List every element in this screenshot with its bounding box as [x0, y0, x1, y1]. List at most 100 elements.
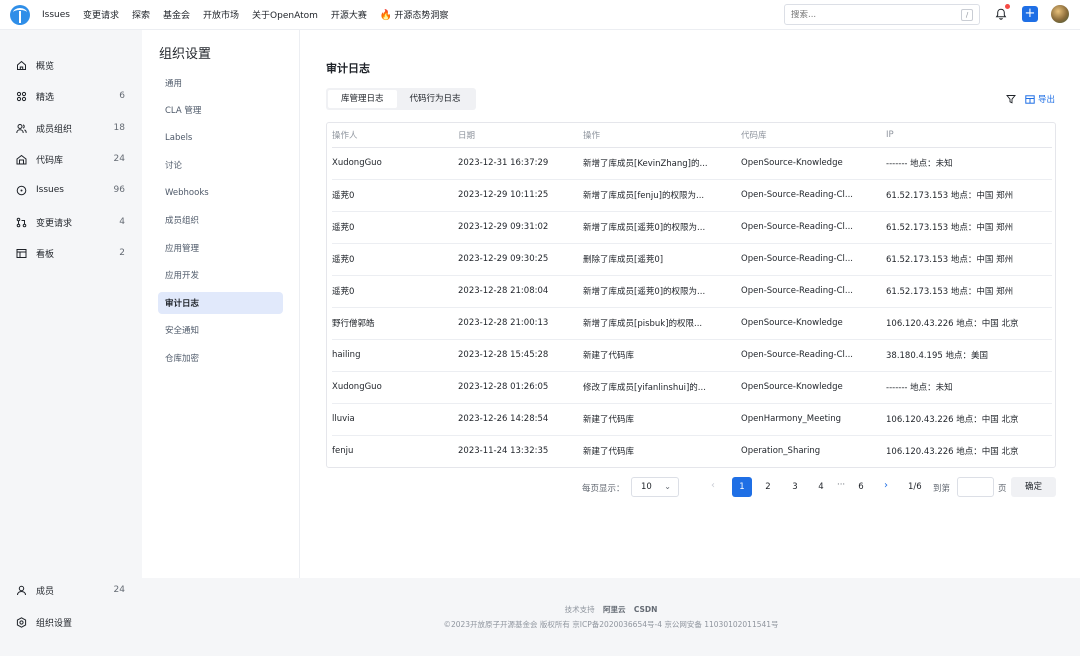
sidebar-item-org-settings[interactable]: 组织设置: [0, 611, 142, 633]
filter-icon[interactable]: [1006, 94, 1016, 104]
nav-explore[interactable]: 探索: [132, 8, 150, 21]
export-button[interactable]: 导出: [1025, 93, 1055, 105]
repo-icon: [16, 154, 27, 164]
cell-action: 修改了库成员[yifanlinshui]的...: [583, 371, 741, 404]
sidebar-label: 代码库: [36, 155, 64, 166]
settings-item-labels[interactable]: Labels: [158, 127, 283, 149]
nav-foundation[interactable]: 基金会: [163, 8, 190, 21]
footer-copyright: ©2023开放原子开源基金会 版权所有 京ICP备2020036654号-4 京…: [443, 620, 779, 629]
search-input[interactable]: [791, 9, 961, 20]
user-icon: [17, 585, 26, 595]
page-ellipsis[interactable]: ···: [837, 480, 845, 490]
goto-confirm-button[interactable]: 确定: [1011, 477, 1056, 497]
chevron-down-icon: ⌄: [664, 482, 671, 491]
create-button[interactable]: +: [1022, 6, 1038, 22]
home-icon: [17, 60, 26, 70]
sidebar-label: 概览: [36, 61, 55, 72]
settings-item-audit-log[interactable]: 审计日志: [158, 292, 283, 314]
page-button-3[interactable]: 3: [785, 477, 805, 497]
cell-repo[interactable]: OpenHarmony_Meeting: [741, 403, 886, 436]
cell-action: 新建了代码库: [583, 339, 741, 372]
user-avatar[interactable]: [1051, 5, 1069, 23]
cell-repo[interactable]: Open-Source-Reading-Cl...: [741, 243, 886, 276]
aliyun-logo[interactable]: 阿里云: [603, 605, 626, 614]
sidebar-count: 96: [113, 185, 125, 195]
cell-operator: XudongGuo: [332, 371, 458, 404]
cell-ip: 38.180.4.195 地点：美国: [886, 339, 1052, 372]
cell-action: 新建了代码库: [583, 447, 635, 458]
cell-repo[interactable]: Open-Source-Reading-Cl...: [741, 275, 886, 308]
sidebar-item-board[interactable]: 看板 2: [0, 242, 142, 264]
page-button-1[interactable]: 1: [732, 477, 752, 497]
sidebar-item-members[interactable]: 成员 24: [0, 579, 142, 601]
nav-pull-requests[interactable]: 变更请求: [83, 8, 119, 21]
settings-item-security-notice[interactable]: 安全通知: [158, 319, 283, 341]
cell-operator: 遥茺0: [332, 179, 458, 212]
table-row: 野行僧郭皓 2023-12-28 21:00:13 新增了库成员[pisbuk]…: [332, 307, 1052, 340]
settings-item-repo-encryption[interactable]: 仓库加密: [158, 347, 283, 369]
board-icon: [16, 248, 27, 258]
sidebar-count: 18: [113, 123, 125, 133]
footer-support: 技术支持 阿里云 CSDN: [142, 604, 1080, 615]
cell-repo[interactable]: OpenSource-Knowledge: [741, 147, 886, 180]
prev-page-icon[interactable]: ‹: [711, 480, 715, 491]
settings-item-app-dev[interactable]: 应用开发: [158, 264, 283, 286]
settings-item-member-orgs[interactable]: 成员组织: [158, 209, 283, 231]
cell-repo[interactable]: Open-Source-Reading-Cl...: [741, 179, 886, 212]
nav-issues[interactable]: Issues: [42, 10, 70, 20]
page-suffix-label: 页: [998, 484, 1007, 494]
page-button-4[interactable]: 4: [811, 477, 831, 497]
cell-repo[interactable]: OpenSource-Knowledge: [741, 371, 886, 404]
settings-item-app-management[interactable]: 应用管理: [158, 237, 283, 259]
tab-repo-management-log[interactable]: 库管理日志: [328, 90, 397, 108]
sidebar-label: 看板: [36, 249, 55, 260]
settings-item-discussion[interactable]: 讨论: [158, 154, 283, 176]
sidebar-item-overview[interactable]: 概览: [0, 54, 142, 76]
sidebar-item-featured[interactable]: 精选 6: [0, 85, 142, 107]
settings-item-general[interactable]: 通用: [158, 72, 283, 94]
sidebar-count: 4: [119, 217, 125, 227]
cell-date: 2023-12-31 16:37:29: [458, 147, 583, 180]
cell-action: 删除了库成员[遥茺0]: [583, 243, 741, 276]
cell-operator: XudongGuo: [332, 147, 458, 180]
csdn-logo[interactable]: CSDN: [634, 605, 658, 614]
table-row: 遥茺0 2023-12-29 09:30:25 删除了库成员[遥茺0] Open…: [332, 243, 1052, 276]
search-box[interactable]: /: [784, 4, 980, 25]
per-page-select[interactable]: 10 ⌄: [631, 477, 679, 497]
cell-repo[interactable]: OpenSource-Knowledge: [741, 307, 886, 340]
export-icon: [1025, 94, 1035, 104]
cell-repo[interactable]: Open-Source-Reading-Cl...: [741, 339, 886, 372]
nav-competition[interactable]: 开源大赛: [331, 8, 367, 21]
settings-item-cla[interactable]: CLA 管理: [158, 99, 283, 121]
sidebar-item-member-orgs[interactable]: 成员组织 18: [0, 117, 142, 139]
sidebar-count: 6: [119, 91, 125, 101]
settings-item-webhooks[interactable]: Webhooks: [158, 182, 283, 204]
cell-repo[interactable]: Open-Source-Reading-Cl...: [741, 211, 886, 244]
tab-code-behavior-log[interactable]: 代码行为日志: [397, 90, 474, 108]
sidebar-item-issues[interactable]: Issues 96: [0, 179, 142, 201]
cell-operator: 野行僧郭皓: [332, 307, 458, 340]
atomgit-logo[interactable]: [10, 4, 30, 25]
nav-insight-label: 开源态势洞察: [394, 11, 449, 21]
nav-insight[interactable]: 🔥 开源态势洞察: [380, 8, 448, 21]
nav-open-market[interactable]: 开放市场: [203, 8, 239, 21]
sidebar-label: 成员: [36, 586, 55, 597]
cell-repo[interactable]: Operation_Sharing: [741, 435, 886, 467]
table-row: fenju 2023-11-24 13:32:35 新建了代码库 Operati…: [332, 435, 1052, 467]
cell-action: 新增了库成员[pisbuk]的权限...: [583, 307, 741, 340]
next-page-icon[interactable]: ›: [884, 480, 888, 491]
col-header-ip: IP: [886, 123, 1052, 148]
nav-about-openatom[interactable]: 关于OpenAtom: [252, 8, 318, 21]
users-icon: [16, 123, 27, 133]
page-button-2[interactable]: 2: [758, 477, 778, 497]
page-button-6[interactable]: 6: [851, 477, 871, 497]
sidebar-item-pull-requests[interactable]: 变更请求 4: [0, 211, 142, 233]
goto-page-input[interactable]: [957, 477, 994, 497]
cell-action: 新增了库成员[遥茺0]的权限为...: [583, 211, 741, 244]
bell-icon[interactable]: [995, 8, 1007, 20]
pull-request-icon: [16, 217, 27, 227]
sidebar-item-repos[interactable]: 代码库 24: [0, 148, 142, 170]
page-title: 审计日志: [326, 62, 370, 75]
cell-ip: 61.52.173.153 地点：中国 郑州: [886, 243, 1052, 276]
audit-log-table: 操作人 日期 操作 代码库 IP XudongGuo 2023-12-31 16…: [326, 122, 1056, 468]
